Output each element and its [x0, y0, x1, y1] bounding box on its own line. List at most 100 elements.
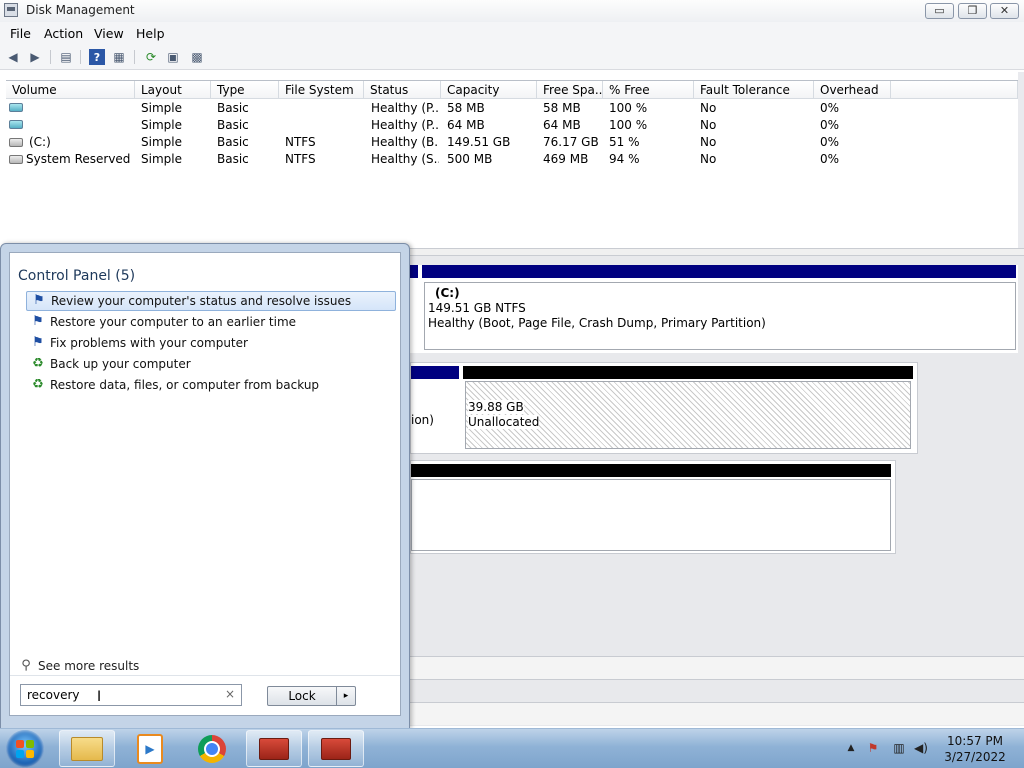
column-header-file-system[interactable]: File System — [279, 81, 364, 99]
disk-management-app-icon — [4, 3, 18, 17]
help-icon[interactable]: ? — [89, 49, 105, 65]
column-header-volume[interactable]: Volume — [6, 81, 135, 99]
see-more-results-link[interactable]: ⚲ See more results — [18, 658, 139, 674]
table-row[interactable]: (C:) Simple Basic NTFS Healthy (B... 149… — [6, 135, 1018, 152]
menu-view[interactable]: View — [94, 26, 124, 41]
column-header-free-space[interactable]: Free Spa... — [537, 81, 603, 99]
cell-layout: Simple — [141, 135, 182, 149]
partition-header-bar — [422, 265, 1016, 278]
taskbar-chrome[interactable] — [184, 730, 240, 767]
toolbox-icon — [321, 737, 351, 760]
result-item[interactable]: ⚑ Fix problems with your computer — [26, 333, 396, 353]
restore-button[interactable]: ❐ — [958, 3, 987, 19]
menu-file[interactable]: File — [10, 26, 31, 41]
start-menu-results: Control Panel (5) ⚑ Review your computer… — [9, 252, 401, 716]
media-player-icon: ▶ — [137, 733, 163, 764]
start-button[interactable] — [6, 730, 44, 768]
cell-overhead: 0% — [820, 152, 840, 166]
disk-0-partitions: (C:) 149.51 GB NTFS Healthy (Boot, Page … — [410, 265, 1018, 353]
action-center-flag-icon: ⚑ — [33, 293, 45, 308]
close-button[interactable]: ✕ — [990, 3, 1019, 19]
show-hidden-icons-icon[interactable]: ▲ — [844, 741, 858, 755]
properties-icon[interactable]: ▦ — [111, 49, 127, 65]
column-header-type[interactable]: Type — [211, 81, 279, 99]
menu-action[interactable]: Action — [44, 26, 83, 41]
cell-free-space: 469 MB — [543, 152, 589, 166]
column-header-empty — [891, 81, 1018, 99]
toolbar-separator — [50, 50, 51, 64]
cell-capacity: 58 MB — [447, 101, 485, 115]
partition-status: Healthy (Boot, Page File, Crash Dump, Pr… — [428, 316, 766, 330]
back-arrow-icon[interactable]: ◀ — [5, 49, 21, 65]
partition-box[interactable] — [411, 479, 891, 551]
column-header-fault-tolerance[interactable]: Fault Tolerance — [694, 81, 814, 99]
partition-c[interactable]: (C:) 149.51 GB NTFS Healthy (Boot, Page … — [424, 282, 1016, 350]
column-header-overhead[interactable]: Overhead — [814, 81, 891, 99]
result-item[interactable]: ♻ Back up your computer — [26, 354, 396, 374]
table-row[interactable]: Simple Basic Healthy (P... 58 MB 58 MB 1… — [6, 101, 1018, 118]
status-bar — [410, 702, 1024, 725]
result-item-label: Review your computer's status and resolv… — [51, 294, 352, 308]
minimize-button[interactable]: ▭ — [925, 3, 954, 19]
cell-overhead: 0% — [820, 118, 840, 132]
partition-header-bar — [410, 265, 418, 278]
cell-type: Basic — [217, 135, 249, 149]
cell-status: Healthy (P... — [371, 118, 439, 132]
file-explorer-icon — [71, 736, 103, 761]
taskbar-file-explorer[interactable] — [59, 730, 115, 767]
network-icon[interactable]: ▥ — [892, 741, 906, 755]
toolbox-icon — [259, 737, 289, 760]
refresh-icon[interactable]: ⟳ — [143, 49, 159, 65]
result-item[interactable]: ♻ Restore data, files, or computer from … — [26, 375, 396, 395]
cell-capacity: 149.51 GB — [447, 135, 511, 149]
drive-icon — [9, 103, 23, 112]
cell-type: Basic — [217, 118, 249, 132]
cell-fault-tolerance: No — [700, 118, 717, 132]
column-header-percent-free[interactable]: % Free — [603, 81, 694, 99]
result-item[interactable]: ⚑ Review your computer's status and reso… — [26, 291, 396, 311]
forward-arrow-icon[interactable]: ▶ — [27, 49, 43, 65]
taskbar-clock[interactable]: 10:57 PM 3/27/2022 — [940, 733, 1010, 765]
backup-restore-icon: ♻ — [32, 377, 44, 392]
taskbar-computer-management[interactable] — [246, 730, 302, 767]
column-header-capacity[interactable]: Capacity — [441, 81, 537, 99]
cell-overhead: 0% — [820, 135, 840, 149]
action-center-icon[interactable]: ⚑ — [866, 741, 880, 755]
cell-free-space: 58 MB — [543, 101, 581, 115]
cell-percent-free: 94 % — [609, 152, 640, 166]
action-center-flag-icon: ⚑ — [32, 335, 44, 350]
chrome-icon — [198, 734, 226, 763]
column-header-layout[interactable]: Layout — [135, 81, 211, 99]
hard-drive-icon — [9, 138, 23, 147]
lock-button[interactable]: Lock — [267, 686, 337, 706]
taskbar-media-player[interactable]: ▶ — [122, 730, 178, 767]
rescan-icon[interactable]: ▣ — [165, 49, 181, 65]
legend-bar — [410, 656, 1024, 680]
cell-status: Healthy (S... — [371, 152, 439, 166]
cell-file-system: NTFS — [285, 152, 316, 166]
table-row[interactable]: System Reserved Simple Basic NTFS Health… — [6, 152, 1018, 169]
taskbar-disk-management[interactable] — [308, 730, 364, 767]
disk-1-partitions: ion) 39.88 GB Unallocated — [410, 362, 918, 454]
console-tree-icon[interactable]: ▤ — [58, 49, 74, 65]
start-search-input[interactable]: recovery × — [20, 684, 242, 706]
column-header-status[interactable]: Status — [364, 81, 441, 99]
hard-drive-icon — [9, 155, 23, 164]
result-item-label: Fix problems with your computer — [50, 336, 248, 350]
volume-list: Volume Layout Type File System Status Ca… — [6, 80, 1018, 249]
vertical-scrollbar[interactable] — [1018, 72, 1024, 258]
divider — [10, 675, 400, 676]
disk-2-partitions — [410, 460, 896, 554]
clear-search-icon[interactable]: × — [225, 687, 235, 701]
partition-size: 149.51 GB NTFS — [428, 301, 526, 315]
result-item[interactable]: ⚑ Restore your computer to an earlier ti… — [26, 312, 396, 332]
table-row[interactable]: Simple Basic Healthy (P... 64 MB 64 MB 1… — [6, 118, 1018, 135]
shutdown-options-arrow[interactable]: ▸ — [336, 686, 356, 706]
cell-volume: (C:) — [29, 135, 51, 149]
settings-icon[interactable]: ▩ — [189, 49, 205, 65]
cell-file-system: NTFS — [285, 135, 316, 149]
results-group-heading[interactable]: Control Panel (5) — [18, 268, 135, 284]
menu-help[interactable]: Help — [136, 26, 165, 41]
unallocated-space[interactable]: 39.88 GB Unallocated — [465, 381, 911, 449]
volume-icon[interactable]: ◀) — [914, 741, 928, 755]
